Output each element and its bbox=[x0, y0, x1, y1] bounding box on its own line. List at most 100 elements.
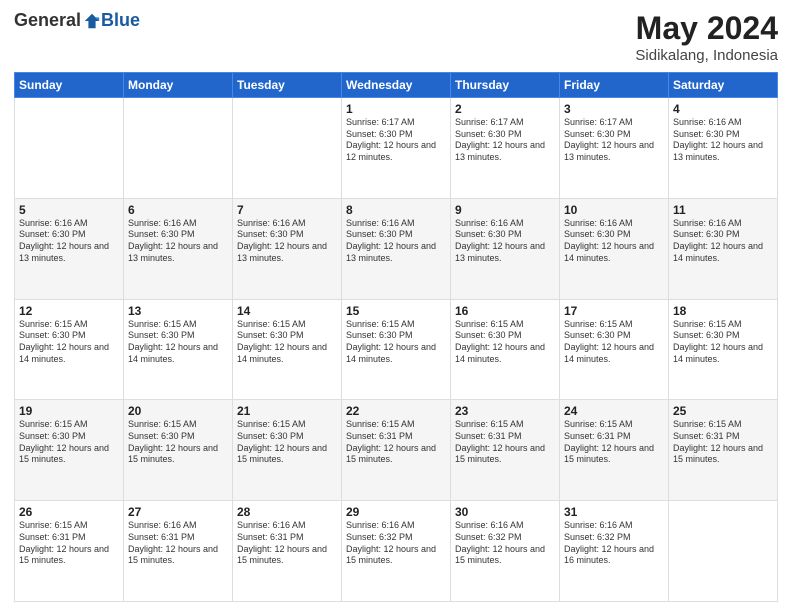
table-row: 7Sunrise: 6:16 AM Sunset: 6:30 PM Daylig… bbox=[233, 198, 342, 299]
calendar-page: General Blue May 2024 Sidikalang, Indone… bbox=[0, 0, 792, 612]
day-info: Sunrise: 6:16 AM Sunset: 6:30 PM Dayligh… bbox=[455, 218, 555, 265]
day-number: 31 bbox=[564, 505, 664, 519]
header: General Blue May 2024 Sidikalang, Indone… bbox=[14, 10, 778, 64]
table-row: 1Sunrise: 6:17 AM Sunset: 6:30 PM Daylig… bbox=[342, 98, 451, 199]
day-info: Sunrise: 6:16 AM Sunset: 6:32 PM Dayligh… bbox=[346, 520, 446, 567]
day-number: 8 bbox=[346, 203, 446, 217]
calendar-week-3: 12Sunrise: 6:15 AM Sunset: 6:30 PM Dayli… bbox=[15, 299, 778, 400]
day-number: 14 bbox=[237, 304, 337, 318]
day-number: 29 bbox=[346, 505, 446, 519]
table-row: 19Sunrise: 6:15 AM Sunset: 6:30 PM Dayli… bbox=[15, 400, 124, 501]
day-number: 6 bbox=[128, 203, 228, 217]
calendar-week-1: 1Sunrise: 6:17 AM Sunset: 6:30 PM Daylig… bbox=[15, 98, 778, 199]
day-info: Sunrise: 6:17 AM Sunset: 6:30 PM Dayligh… bbox=[346, 117, 446, 164]
day-number: 11 bbox=[673, 203, 773, 217]
col-sunday: Sunday bbox=[15, 73, 124, 98]
day-info: Sunrise: 6:17 AM Sunset: 6:30 PM Dayligh… bbox=[455, 117, 555, 164]
table-row: 17Sunrise: 6:15 AM Sunset: 6:30 PM Dayli… bbox=[560, 299, 669, 400]
day-info: Sunrise: 6:15 AM Sunset: 6:30 PM Dayligh… bbox=[128, 419, 228, 466]
day-number: 15 bbox=[346, 304, 446, 318]
col-saturday: Saturday bbox=[669, 73, 778, 98]
day-number: 13 bbox=[128, 304, 228, 318]
day-number: 28 bbox=[237, 505, 337, 519]
day-info: Sunrise: 6:15 AM Sunset: 6:30 PM Dayligh… bbox=[237, 319, 337, 366]
day-number: 23 bbox=[455, 404, 555, 418]
table-row bbox=[233, 98, 342, 199]
table-row bbox=[669, 501, 778, 602]
table-row: 8Sunrise: 6:16 AM Sunset: 6:30 PM Daylig… bbox=[342, 198, 451, 299]
day-info: Sunrise: 6:16 AM Sunset: 6:32 PM Dayligh… bbox=[455, 520, 555, 567]
table-row: 9Sunrise: 6:16 AM Sunset: 6:30 PM Daylig… bbox=[451, 198, 560, 299]
day-info: Sunrise: 6:16 AM Sunset: 6:30 PM Dayligh… bbox=[564, 218, 664, 265]
table-row: 30Sunrise: 6:16 AM Sunset: 6:32 PM Dayli… bbox=[451, 501, 560, 602]
day-number: 17 bbox=[564, 304, 664, 318]
day-number: 20 bbox=[128, 404, 228, 418]
day-info: Sunrise: 6:16 AM Sunset: 6:30 PM Dayligh… bbox=[19, 218, 119, 265]
table-row: 5Sunrise: 6:16 AM Sunset: 6:30 PM Daylig… bbox=[15, 198, 124, 299]
logo-icon bbox=[83, 12, 101, 30]
table-row: 15Sunrise: 6:15 AM Sunset: 6:30 PM Dayli… bbox=[342, 299, 451, 400]
table-row bbox=[15, 98, 124, 199]
table-row bbox=[124, 98, 233, 199]
day-info: Sunrise: 6:15 AM Sunset: 6:30 PM Dayligh… bbox=[19, 319, 119, 366]
table-row: 12Sunrise: 6:15 AM Sunset: 6:30 PM Dayli… bbox=[15, 299, 124, 400]
day-number: 22 bbox=[346, 404, 446, 418]
table-row: 20Sunrise: 6:15 AM Sunset: 6:30 PM Dayli… bbox=[124, 400, 233, 501]
location: Sidikalang, Indonesia bbox=[635, 47, 778, 64]
day-info: Sunrise: 6:16 AM Sunset: 6:31 PM Dayligh… bbox=[237, 520, 337, 567]
day-number: 7 bbox=[237, 203, 337, 217]
day-info: Sunrise: 6:15 AM Sunset: 6:30 PM Dayligh… bbox=[237, 419, 337, 466]
calendar-week-2: 5Sunrise: 6:16 AM Sunset: 6:30 PM Daylig… bbox=[15, 198, 778, 299]
day-info: Sunrise: 6:17 AM Sunset: 6:30 PM Dayligh… bbox=[564, 117, 664, 164]
day-info: Sunrise: 6:16 AM Sunset: 6:30 PM Dayligh… bbox=[673, 218, 773, 265]
day-info: Sunrise: 6:15 AM Sunset: 6:30 PM Dayligh… bbox=[346, 319, 446, 366]
day-number: 26 bbox=[19, 505, 119, 519]
day-number: 25 bbox=[673, 404, 773, 418]
table-row: 26Sunrise: 6:15 AM Sunset: 6:31 PM Dayli… bbox=[15, 501, 124, 602]
table-row: 13Sunrise: 6:15 AM Sunset: 6:30 PM Dayli… bbox=[124, 299, 233, 400]
header-right: May 2024 Sidikalang, Indonesia bbox=[635, 10, 778, 64]
day-info: Sunrise: 6:16 AM Sunset: 6:30 PM Dayligh… bbox=[237, 218, 337, 265]
day-number: 24 bbox=[564, 404, 664, 418]
day-info: Sunrise: 6:15 AM Sunset: 6:30 PM Dayligh… bbox=[128, 319, 228, 366]
day-info: Sunrise: 6:15 AM Sunset: 6:31 PM Dayligh… bbox=[673, 419, 773, 466]
day-number: 2 bbox=[455, 102, 555, 116]
table-row: 2Sunrise: 6:17 AM Sunset: 6:30 PM Daylig… bbox=[451, 98, 560, 199]
table-row: 11Sunrise: 6:16 AM Sunset: 6:30 PM Dayli… bbox=[669, 198, 778, 299]
table-row: 25Sunrise: 6:15 AM Sunset: 6:31 PM Dayli… bbox=[669, 400, 778, 501]
table-row: 14Sunrise: 6:15 AM Sunset: 6:30 PM Dayli… bbox=[233, 299, 342, 400]
day-number: 16 bbox=[455, 304, 555, 318]
logo-general-text: General bbox=[14, 10, 81, 31]
day-info: Sunrise: 6:15 AM Sunset: 6:31 PM Dayligh… bbox=[19, 520, 119, 567]
table-row: 21Sunrise: 6:15 AM Sunset: 6:30 PM Dayli… bbox=[233, 400, 342, 501]
table-row: 31Sunrise: 6:16 AM Sunset: 6:32 PM Dayli… bbox=[560, 501, 669, 602]
col-friday: Friday bbox=[560, 73, 669, 98]
table-row: 23Sunrise: 6:15 AM Sunset: 6:31 PM Dayli… bbox=[451, 400, 560, 501]
table-row: 29Sunrise: 6:16 AM Sunset: 6:32 PM Dayli… bbox=[342, 501, 451, 602]
day-info: Sunrise: 6:16 AM Sunset: 6:30 PM Dayligh… bbox=[346, 218, 446, 265]
calendar-week-5: 26Sunrise: 6:15 AM Sunset: 6:31 PM Dayli… bbox=[15, 501, 778, 602]
table-row: 28Sunrise: 6:16 AM Sunset: 6:31 PM Dayli… bbox=[233, 501, 342, 602]
table-row: 18Sunrise: 6:15 AM Sunset: 6:30 PM Dayli… bbox=[669, 299, 778, 400]
day-info: Sunrise: 6:15 AM Sunset: 6:31 PM Dayligh… bbox=[346, 419, 446, 466]
table-row: 22Sunrise: 6:15 AM Sunset: 6:31 PM Dayli… bbox=[342, 400, 451, 501]
day-info: Sunrise: 6:15 AM Sunset: 6:30 PM Dayligh… bbox=[673, 319, 773, 366]
day-info: Sunrise: 6:15 AM Sunset: 6:31 PM Dayligh… bbox=[564, 419, 664, 466]
day-info: Sunrise: 6:16 AM Sunset: 6:31 PM Dayligh… bbox=[128, 520, 228, 567]
table-row: 24Sunrise: 6:15 AM Sunset: 6:31 PM Dayli… bbox=[560, 400, 669, 501]
day-number: 21 bbox=[237, 404, 337, 418]
day-info: Sunrise: 6:15 AM Sunset: 6:31 PM Dayligh… bbox=[455, 419, 555, 466]
day-info: Sunrise: 6:15 AM Sunset: 6:30 PM Dayligh… bbox=[564, 319, 664, 366]
day-info: Sunrise: 6:16 AM Sunset: 6:30 PM Dayligh… bbox=[128, 218, 228, 265]
day-number: 27 bbox=[128, 505, 228, 519]
day-number: 3 bbox=[564, 102, 664, 116]
day-number: 4 bbox=[673, 102, 773, 116]
col-thursday: Thursday bbox=[451, 73, 560, 98]
table-row: 6Sunrise: 6:16 AM Sunset: 6:30 PM Daylig… bbox=[124, 198, 233, 299]
day-number: 5 bbox=[19, 203, 119, 217]
table-row: 3Sunrise: 6:17 AM Sunset: 6:30 PM Daylig… bbox=[560, 98, 669, 199]
month-title: May 2024 bbox=[635, 10, 778, 47]
calendar-header-row: Sunday Monday Tuesday Wednesday Thursday… bbox=[15, 73, 778, 98]
col-tuesday: Tuesday bbox=[233, 73, 342, 98]
day-number: 19 bbox=[19, 404, 119, 418]
